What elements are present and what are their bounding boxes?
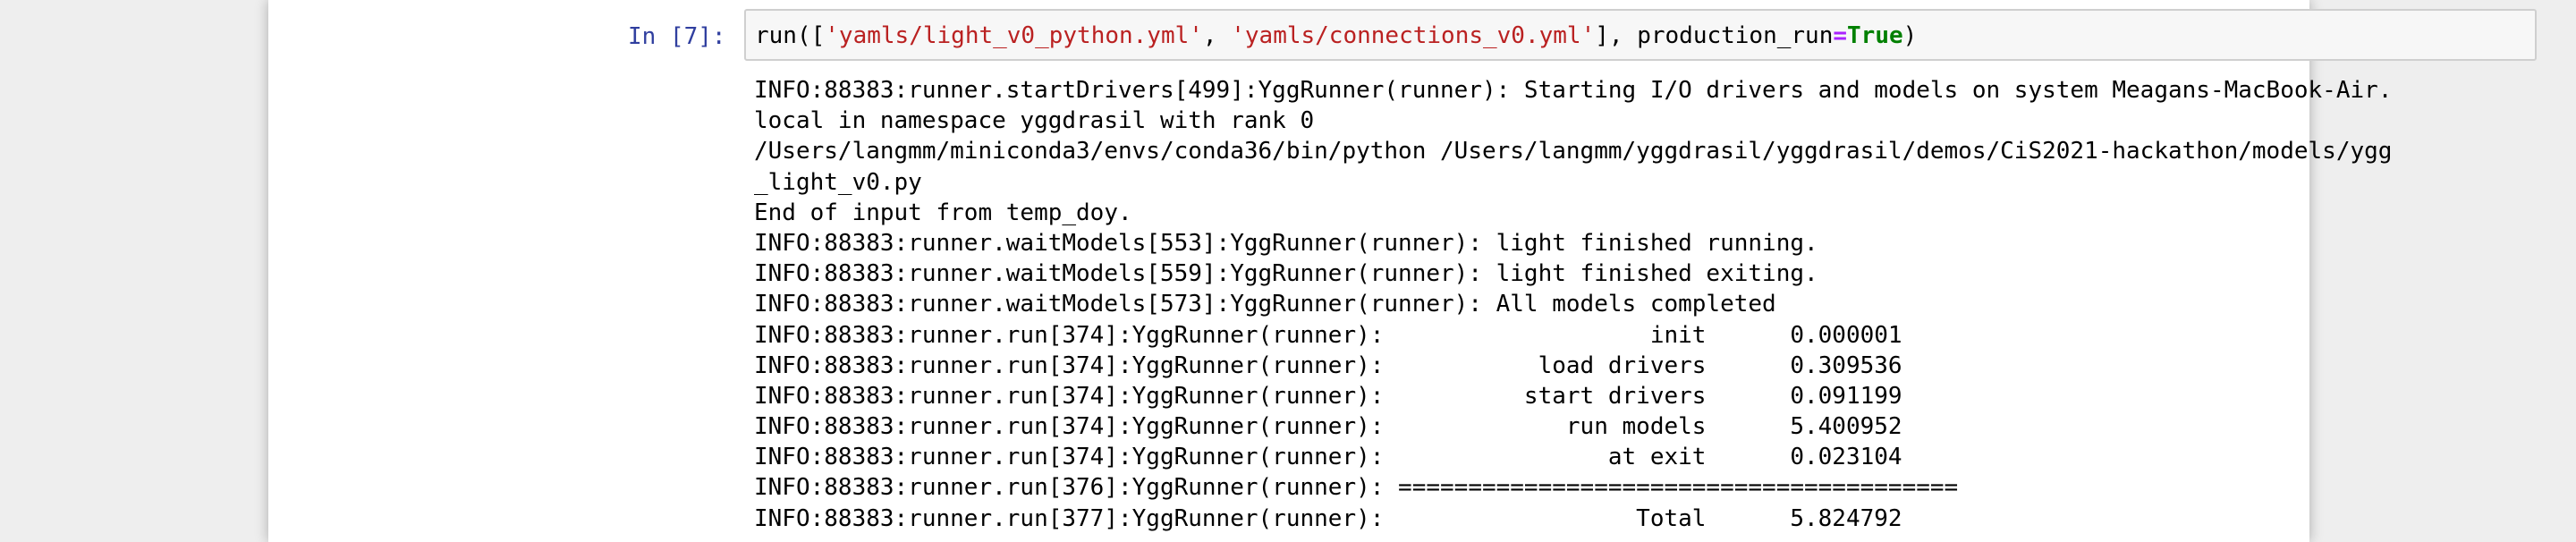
output-line: _light_v0.py: [754, 168, 922, 196]
output-line: local in namespace yggdrasil with rank 0: [754, 107, 1315, 135]
code-string-arg-1: 'yamls/light_v0_python.yml': [825, 22, 1203, 49]
output-line: /Users/langmm/miniconda3/envs/conda36/bi…: [754, 138, 2393, 165]
output-line: INFO:88383:runner.waitModels[559]:YggRun…: [754, 260, 1818, 288]
output-line: INFO:88383:runner.waitModels[573]:YggRun…: [754, 291, 1776, 318]
code-separator: ,: [1202, 22, 1232, 49]
code-equals-operator: =: [1833, 22, 1848, 49]
code-line[interactable]: run(['yamls/light_v0_python.yml', 'yamls…: [755, 21, 1917, 50]
output-line: INFO:88383:runner.run[374]:YggRunner(run…: [754, 444, 1902, 471]
cell-output-area: INFO:88383:runner.startDrivers[499]:YggR…: [754, 75, 2534, 534]
code-close-paren: ): [1902, 22, 1918, 49]
output-line: INFO:88383:runner.run[376]:YggRunner(run…: [754, 474, 1959, 502]
notebook-container: In [7]: run(['yamls/light_v0_python.yml'…: [268, 0, 2537, 542]
code-bool-value: True: [1847, 22, 1903, 49]
input-prompt: In [7]:: [628, 23, 726, 50]
code-input-area[interactable]: run(['yamls/light_v0_python.yml', 'yamls…: [744, 9, 2537, 61]
output-line: INFO:88383:runner.run[374]:YggRunner(run…: [754, 413, 1902, 441]
code-string-arg-2: 'yamls/connections_v0.yml': [1231, 22, 1596, 49]
code-close-list: ],: [1595, 22, 1638, 49]
output-line: INFO:88383:runner.startDrivers[499]:YggR…: [754, 77, 2393, 104]
output-line: INFO:88383:runner.waitModels[553]:YggRun…: [754, 229, 1818, 257]
code-func-name: run: [755, 22, 797, 49]
code-open-paren: ([: [796, 22, 826, 49]
output-line: INFO:88383:runner.run[374]:YggRunner(run…: [754, 382, 1902, 410]
output-line: INFO:88383:runner.run[374]:YggRunner(run…: [754, 321, 1902, 349]
code-kwarg-name: production_run: [1637, 22, 1834, 49]
output-line: INFO:88383:runner.run[374]:YggRunner(run…: [754, 351, 1902, 379]
output-line: End of input from temp_doy.: [754, 199, 1132, 226]
output-line: INFO:88383:runner.run[377]:YggRunner(run…: [754, 504, 1902, 532]
